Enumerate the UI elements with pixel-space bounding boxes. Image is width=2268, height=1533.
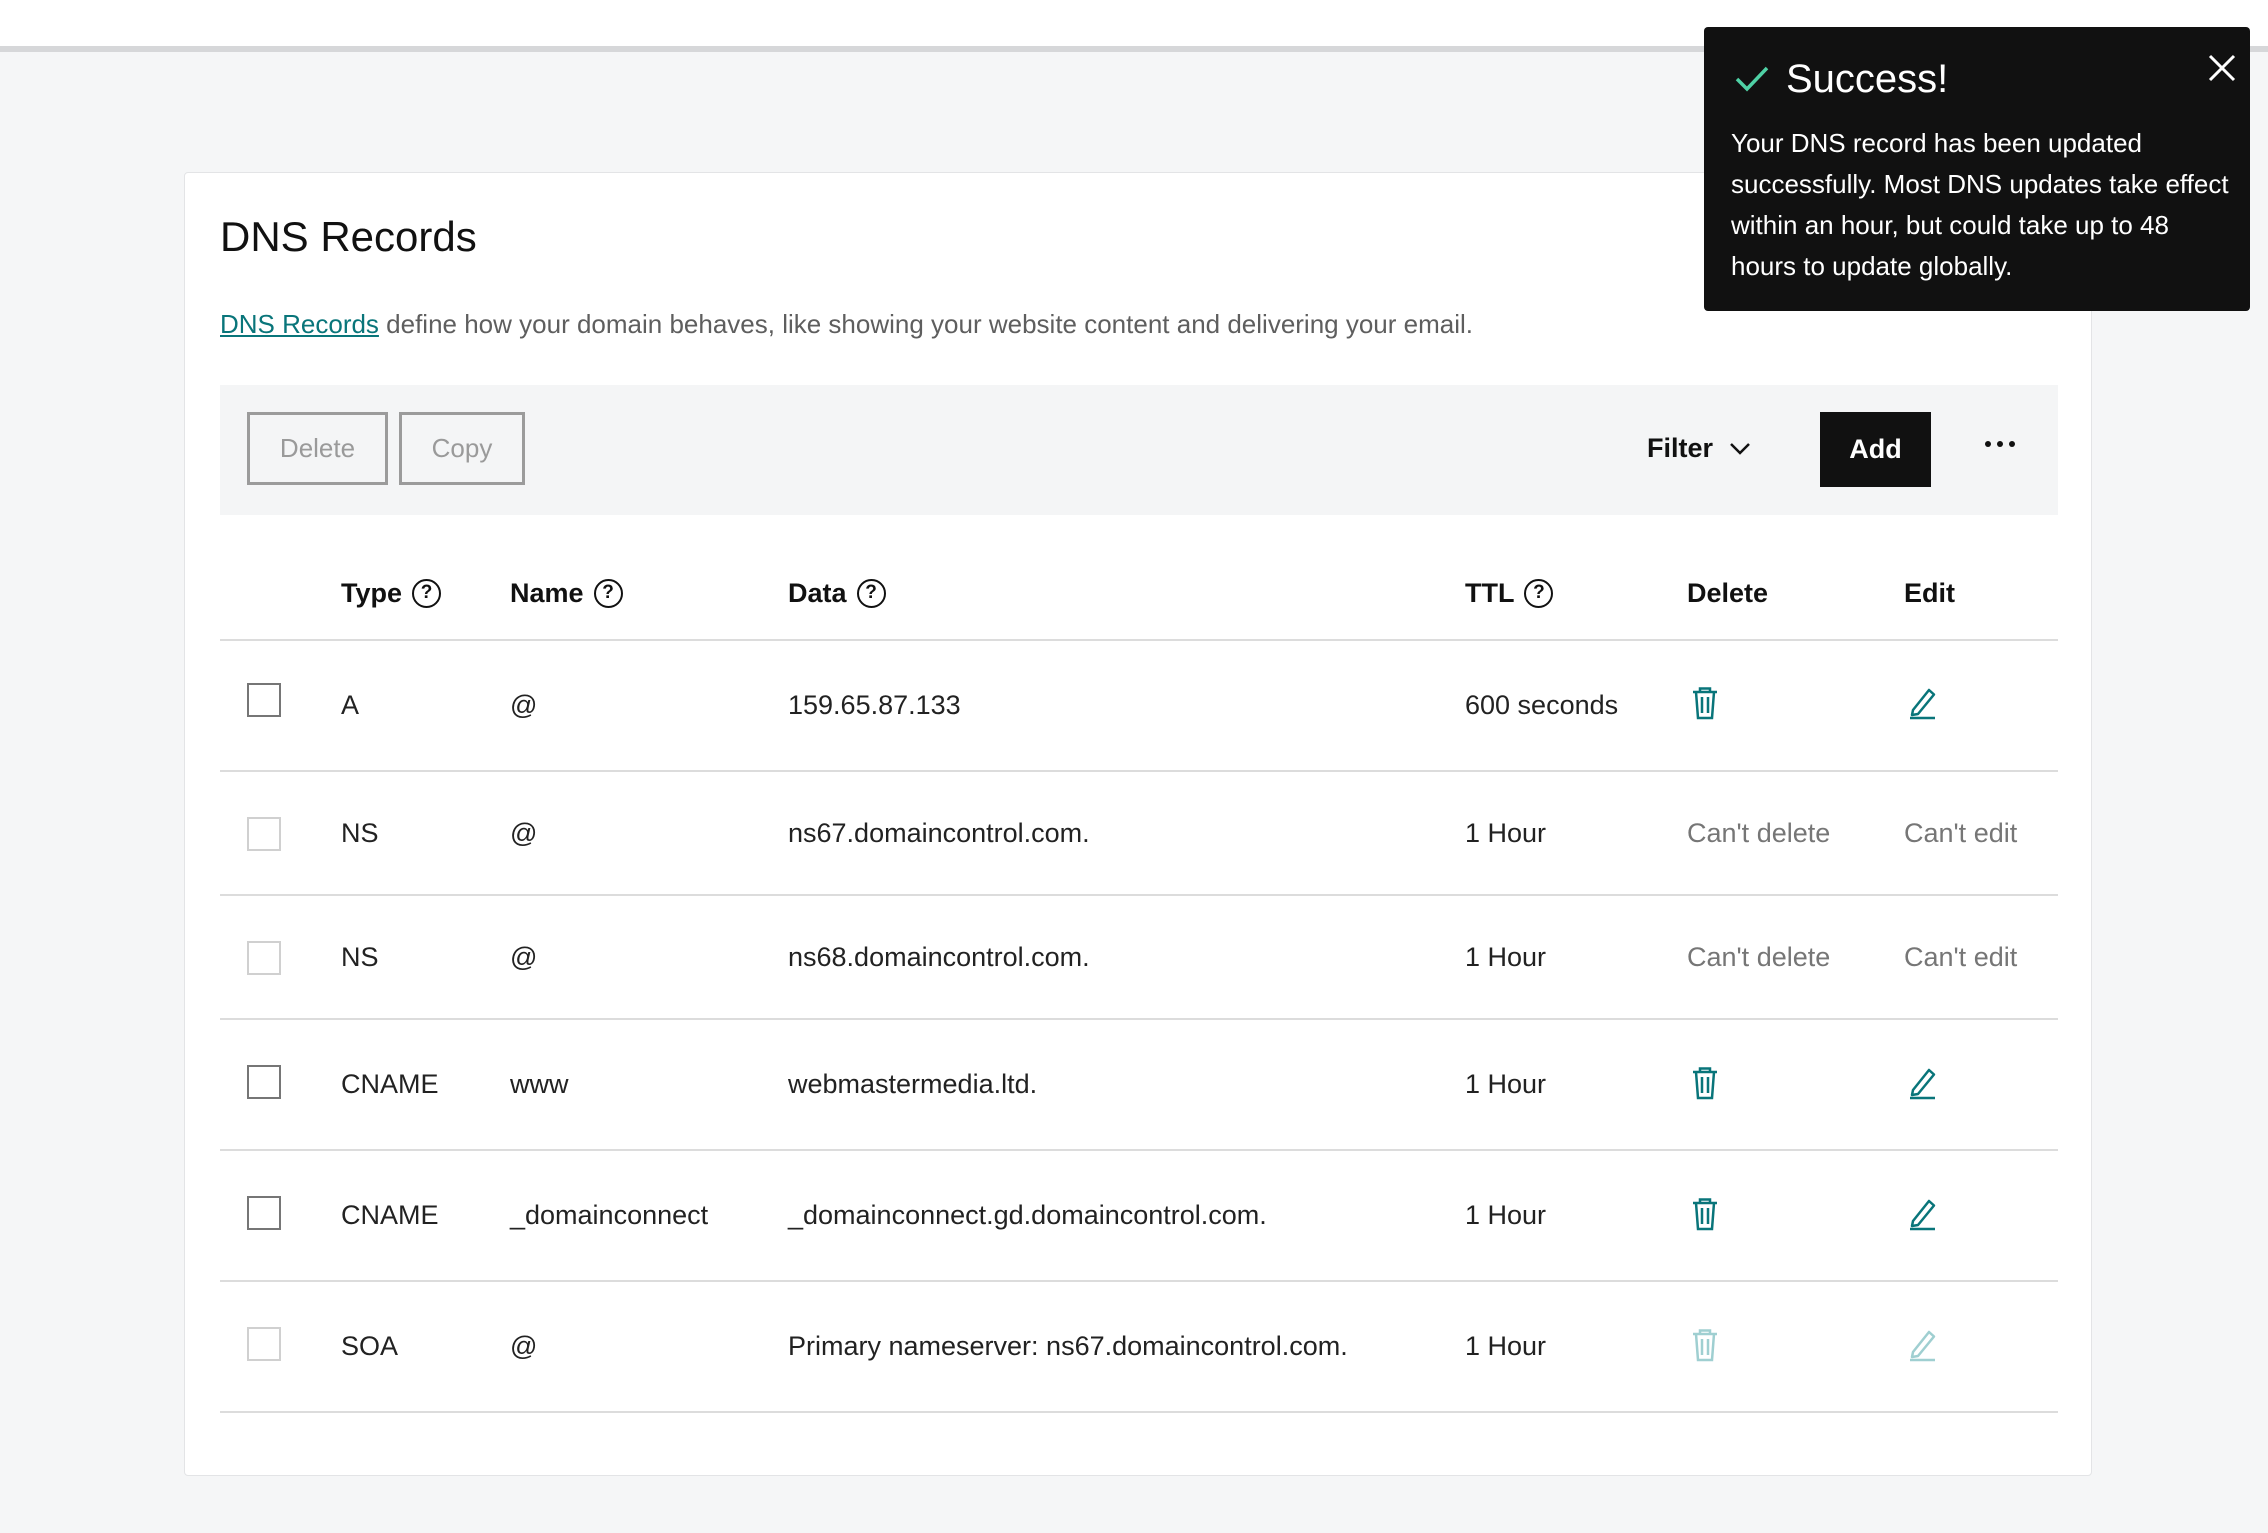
record-ttl: 1 Hour bbox=[1465, 817, 1547, 848]
row-checkbox bbox=[247, 941, 281, 975]
header-data-label: Data bbox=[788, 577, 847, 608]
header-delete: Delete bbox=[1687, 563, 1768, 623]
delete-icon bbox=[1685, 1325, 1725, 1365]
success-toast: Success! Your DNS record has been update… bbox=[1704, 27, 2250, 311]
toast-message: Your DNS record has been updated success… bbox=[1731, 128, 2229, 281]
record-data: ns67.domaincontrol.com. bbox=[788, 817, 1090, 848]
record-name: www bbox=[510, 1069, 569, 1099]
record-ttl: 1 Hour bbox=[1465, 1069, 1547, 1099]
cant-edit-text: Can't edit bbox=[1904, 941, 2018, 972]
table-row: NS @ ns68.domaincontrol.com. 1 Hour Can'… bbox=[220, 896, 2058, 1020]
card-description: DNS Records define how your domain behav… bbox=[220, 309, 1473, 340]
description-text: define how your domain behaves, like sho… bbox=[378, 309, 1474, 339]
record-type: CNAME bbox=[341, 1200, 439, 1230]
record-type: A bbox=[341, 690, 360, 720]
header-type-label: Type bbox=[341, 577, 403, 608]
chevron-down-icon bbox=[1730, 442, 1750, 455]
dns-records-link[interactable]: DNS Records bbox=[220, 309, 379, 339]
record-name: @ bbox=[510, 941, 538, 972]
record-ttl: 1 Hour bbox=[1465, 1200, 1547, 1230]
record-type: SOA bbox=[341, 1331, 399, 1361]
checkmark-icon bbox=[1735, 66, 1769, 92]
page-title: DNS Records bbox=[220, 213, 477, 260]
table-row: A @ 159.65.87.133 600 seconds bbox=[220, 641, 2058, 772]
header-name: Name ? bbox=[510, 563, 623, 623]
toast-title: Success! bbox=[1786, 57, 1949, 101]
filter-label: Filter bbox=[1647, 433, 1714, 463]
record-name: @ bbox=[510, 817, 538, 848]
header-edit: Edit bbox=[1904, 563, 1955, 623]
record-data: ns68.domaincontrol.com. bbox=[788, 941, 1090, 972]
record-data: webmastermedia.ltd. bbox=[788, 1069, 1038, 1099]
header-ttl: TTL ? bbox=[1465, 563, 1554, 623]
bulk-delete-button[interactable]: Delete bbox=[247, 412, 388, 485]
record-ttl: 1 Hour bbox=[1465, 1331, 1547, 1361]
help-icon[interactable]: ? bbox=[1524, 578, 1554, 608]
row-checkbox[interactable] bbox=[247, 1196, 281, 1230]
edit-icon[interactable] bbox=[1902, 1063, 1942, 1103]
record-type: NS bbox=[341, 941, 379, 972]
record-name: _domainconnect bbox=[510, 1200, 709, 1230]
more-options-icon[interactable] bbox=[1980, 429, 2020, 459]
dns-records-card: DNS Records DNS Records define how your … bbox=[184, 172, 2092, 1476]
header-edit-label: Edit bbox=[1904, 577, 1955, 608]
cant-delete-text: Can't delete bbox=[1687, 817, 1831, 848]
header-delete-label: Delete bbox=[1687, 577, 1769, 608]
record-ttl: 1 Hour bbox=[1465, 941, 1547, 972]
record-data: 159.65.87.133 bbox=[788, 690, 961, 720]
delete-icon[interactable] bbox=[1685, 683, 1725, 723]
delete-icon[interactable] bbox=[1685, 1194, 1725, 1234]
row-checkbox[interactable] bbox=[247, 1065, 281, 1099]
help-icon[interactable]: ? bbox=[856, 578, 886, 608]
table-row: SOA @ Primary nameserver: ns67.domaincon… bbox=[220, 1282, 2058, 1413]
table-row: NS @ ns67.domaincontrol.com. 1 Hour Can'… bbox=[220, 772, 2058, 896]
record-data: _domainconnect.gd.domaincontrol.com. bbox=[788, 1200, 1267, 1230]
close-icon[interactable] bbox=[2206, 52, 2238, 84]
header-ttl-label: TTL bbox=[1465, 577, 1515, 608]
record-ttl: 600 seconds bbox=[1465, 690, 1619, 720]
help-icon[interactable]: ? bbox=[412, 578, 442, 608]
delete-icon[interactable] bbox=[1685, 1063, 1725, 1103]
filter-dropdown[interactable]: Filter bbox=[1647, 412, 1751, 485]
records-toolbar: Delete Copy Filter Add bbox=[220, 385, 2058, 515]
edit-icon bbox=[1902, 1325, 1942, 1365]
add-record-button[interactable]: Add bbox=[1820, 412, 1931, 487]
row-checkbox[interactable] bbox=[247, 683, 281, 717]
record-data: Primary nameserver: ns67.domaincontrol.c… bbox=[788, 1331, 1348, 1361]
header-type: Type ? bbox=[341, 563, 442, 623]
table-header: Type ? Name ? Data ? TTL ? Delete Edit bbox=[220, 563, 2058, 641]
header-name-label: Name bbox=[510, 577, 584, 608]
record-type: NS bbox=[341, 817, 379, 848]
row-checkbox bbox=[247, 817, 281, 851]
edit-icon[interactable] bbox=[1902, 683, 1942, 723]
cant-edit-text: Can't edit bbox=[1904, 817, 2018, 848]
header-data: Data ? bbox=[788, 563, 886, 623]
cant-delete-text: Can't delete bbox=[1687, 941, 1831, 972]
help-icon[interactable]: ? bbox=[593, 578, 623, 608]
record-type: CNAME bbox=[341, 1069, 439, 1099]
copy-button[interactable]: Copy bbox=[399, 412, 525, 485]
record-name: @ bbox=[510, 690, 538, 720]
table-row: CNAME www webmastermedia.ltd. 1 Hour bbox=[220, 1020, 2058, 1151]
table-row: CNAME _domainconnect _domainconnect.gd.d… bbox=[220, 1151, 2058, 1282]
edit-icon[interactable] bbox=[1902, 1194, 1942, 1234]
row-checkbox bbox=[247, 1327, 281, 1361]
record-name: @ bbox=[510, 1331, 538, 1361]
